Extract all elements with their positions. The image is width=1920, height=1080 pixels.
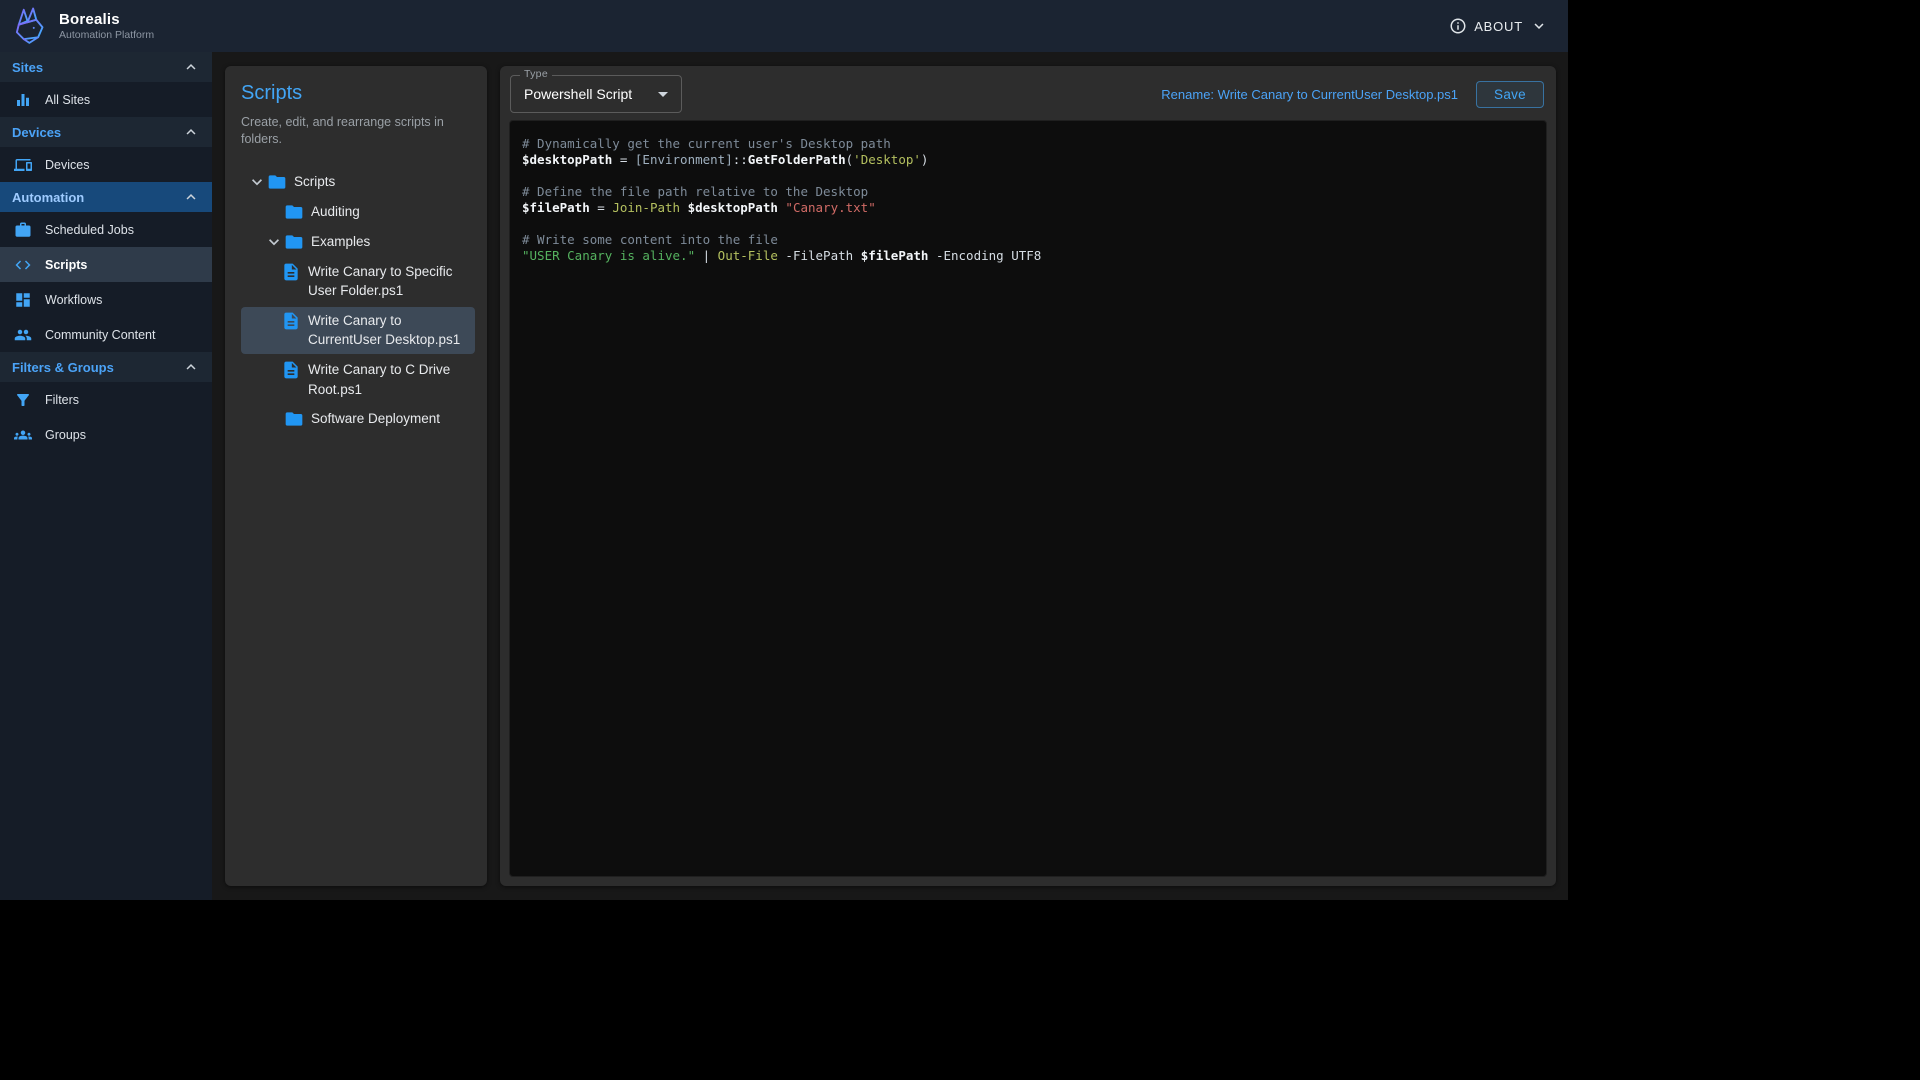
tree-label: Examples xyxy=(311,232,370,252)
tree-folder-software-deployment[interactable]: Software Deployment xyxy=(241,405,475,433)
script-type-value: Powershell Script xyxy=(524,86,632,102)
code-line: # Define the file path relative to the D… xyxy=(522,184,1534,200)
sidebar-item-label: Workflows xyxy=(45,293,102,307)
scripts-panel: Scripts Create, edit, and rearrange scri… xyxy=(225,66,487,886)
chevron-up-icon xyxy=(182,123,200,141)
sidebar-section-label: Filters & Groups xyxy=(12,360,114,375)
app-window: Borealis Automation Platform ABOUT Sites… xyxy=(0,0,1568,900)
sidebar-section-label: Devices xyxy=(12,125,61,140)
sidebar-item-workflows[interactable]: Workflows xyxy=(0,282,212,317)
tree-file-write-canary-to-specific-user-folder-ps1[interactable]: Write Canary to Specific User Folder.ps1 xyxy=(241,258,475,305)
code-line xyxy=(522,216,1534,232)
sidebar-item-filters[interactable]: Filters xyxy=(0,382,212,417)
sidebar-section-label: Automation xyxy=(12,190,84,205)
folder-icon xyxy=(284,202,304,222)
sidebar-section-filters-groups[interactable]: Filters & Groups xyxy=(0,352,212,382)
chevron-down-icon xyxy=(1530,17,1548,35)
folder-icon xyxy=(267,172,287,192)
chevron-down-icon xyxy=(264,232,284,252)
editor-panel: Type Powershell Script Rename: Write Can… xyxy=(500,66,1556,886)
editor-toolbar: Type Powershell Script Rename: Write Can… xyxy=(500,66,1556,119)
top-bar: Borealis Automation Platform ABOUT xyxy=(0,0,1568,52)
sidebar-item-label: All Sites xyxy=(45,93,90,107)
sidebar-item-label: Groups xyxy=(45,428,86,442)
script-type-label: Type xyxy=(520,68,552,80)
filter-icon xyxy=(14,391,32,409)
code-line: $desktopPath = [Environment]::GetFolderP… xyxy=(522,152,1534,168)
tree-file-write-canary-to-c-drive-root-ps1[interactable]: Write Canary to C Drive Root.ps1 xyxy=(241,356,475,403)
sidebar-section-automation[interactable]: Automation xyxy=(0,182,212,212)
scripts-panel-title: Scripts xyxy=(241,82,475,105)
app-title: Borealis xyxy=(59,11,154,28)
sidebar-item-scripts[interactable]: Scripts xyxy=(0,247,212,282)
sites-icon xyxy=(14,91,32,109)
script-type-select[interactable]: Type Powershell Script xyxy=(510,75,682,113)
file-icon xyxy=(281,262,301,282)
file-icon xyxy=(281,360,301,380)
file-icon xyxy=(281,311,301,331)
code-editor[interactable]: # Dynamically get the current user's Des… xyxy=(509,120,1547,877)
sidebar-item-devices[interactable]: Devices xyxy=(0,147,212,182)
sidebar-item-label: Community Content xyxy=(45,328,155,342)
tree-label: Software Deployment xyxy=(311,409,440,429)
code-line: "USER Canary is alive." | Out-File -File… xyxy=(522,248,1534,264)
sidebar-section-label: Sites xyxy=(12,60,43,75)
sidebar-section-devices[interactable]: Devices xyxy=(0,117,212,147)
sidebar-item-label: Scheduled Jobs xyxy=(45,223,134,237)
tree-file-write-canary-to-currentuser-desktop-ps1[interactable]: Write Canary to CurrentUser Desktop.ps1 xyxy=(241,307,475,354)
toolbar-right: Rename: Write Canary to CurrentUser Desk… xyxy=(1161,81,1544,108)
info-icon xyxy=(1449,17,1467,35)
about-label: ABOUT xyxy=(1474,19,1523,34)
rename-link[interactable]: Rename: Write Canary to CurrentUser Desk… xyxy=(1161,87,1458,102)
devices-icon xyxy=(14,156,32,174)
code-line: # Dynamically get the current user's Des… xyxy=(522,136,1534,152)
borealis-logo xyxy=(10,6,50,46)
sidebar-item-scheduled-jobs[interactable]: Scheduled Jobs xyxy=(0,212,212,247)
folder-icon xyxy=(284,232,304,252)
sidebar-item-label: Devices xyxy=(45,158,89,172)
code-line: # Write some content into the file xyxy=(522,232,1534,248)
tree-folder-scripts[interactable]: Scripts xyxy=(241,168,475,196)
chevron-spacer xyxy=(264,409,284,429)
save-button[interactable]: Save xyxy=(1476,81,1544,108)
chevron-up-icon xyxy=(182,58,200,76)
tree-label: Write Canary to Specific User Folder.ps1 xyxy=(308,262,469,301)
folder-icon xyxy=(284,409,304,429)
chevron-up-icon xyxy=(182,358,200,376)
chevron-down-icon xyxy=(247,172,267,192)
about-menu[interactable]: ABOUT xyxy=(1449,17,1548,35)
sidebar-item-groups[interactable]: Groups xyxy=(0,417,212,452)
brand: Borealis Automation Platform xyxy=(10,6,154,46)
scripts-panel-subtitle: Create, edit, and rearrange scripts in f… xyxy=(241,114,475,148)
tree-folder-examples[interactable]: Examples xyxy=(241,228,475,256)
scripts-tree: Scripts Auditing Examples Write Canary to S… xyxy=(241,168,475,433)
workflows-icon xyxy=(14,291,32,309)
app-subtitle: Automation Platform xyxy=(59,29,154,41)
sidebar-item-label: Filters xyxy=(45,393,79,407)
sidebar-section-sites[interactable]: Sites xyxy=(0,52,212,82)
brand-text: Borealis Automation Platform xyxy=(59,11,154,41)
tree-label: Write Canary to C Drive Root.ps1 xyxy=(308,360,469,399)
tree-label: Scripts xyxy=(294,172,335,192)
tree-folder-auditing[interactable]: Auditing xyxy=(241,198,475,226)
groups-icon xyxy=(14,426,32,444)
chevron-up-icon xyxy=(182,188,200,206)
chevron-spacer xyxy=(264,202,284,222)
code-icon xyxy=(14,256,32,274)
community-icon xyxy=(14,326,32,344)
sidebar: Sites All Sites Devices Devices Automation Sc… xyxy=(0,52,212,900)
sidebar-item-community-content[interactable]: Community Content xyxy=(0,317,212,352)
dropdown-caret-icon xyxy=(651,82,675,106)
tree-label: Write Canary to CurrentUser Desktop.ps1 xyxy=(308,311,469,350)
code-line xyxy=(522,168,1534,184)
scheduled-jobs-icon xyxy=(14,221,32,239)
sidebar-item-label: Scripts xyxy=(45,258,87,272)
sidebar-item-all-sites[interactable]: All Sites xyxy=(0,82,212,117)
code-line: $filePath = Join-Path $desktopPath "Cana… xyxy=(522,200,1534,216)
tree-label: Auditing xyxy=(311,202,360,222)
